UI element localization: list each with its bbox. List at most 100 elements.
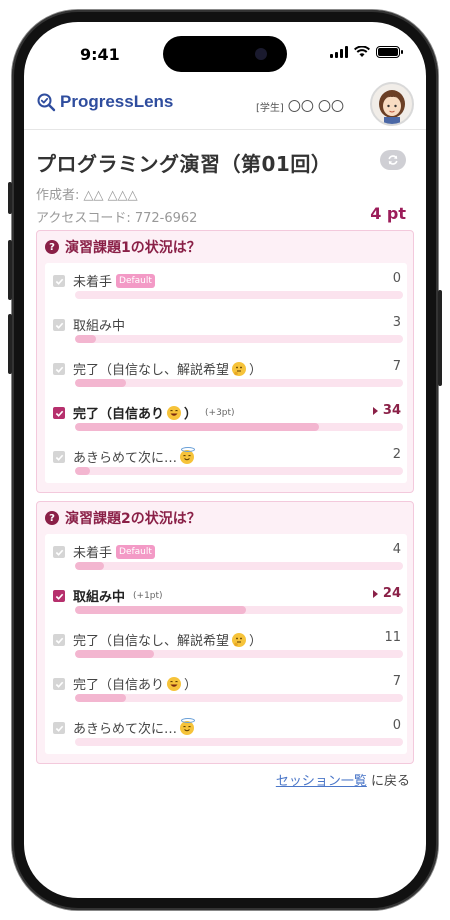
grin-emoji [167, 405, 182, 420]
option-checkbox[interactable] [53, 546, 65, 558]
option-row[interactable]: 完了（自信なし、解説希望 ） 7 [45, 351, 407, 395]
thinking-emoji [232, 632, 247, 647]
progress-track [75, 379, 403, 387]
option-label: あきらめて次に… [73, 446, 197, 466]
option-label-text: 取組み中 [73, 590, 126, 605]
power-button [438, 290, 442, 386]
progress-track [75, 467, 403, 475]
app-header: ProgressLens [学生] 〇〇 〇〇 [24, 78, 426, 130]
points-display: 4 pt [370, 204, 406, 223]
option-count-value: 4 [392, 542, 401, 557]
progress-track [75, 738, 403, 746]
question-card: ? 演習課題2の状況は？ 未着手 Default 4 取組み中 (+1pt) 24 完了（自信な… [36, 501, 414, 764]
option-label: 取組み中 (+1pt) [73, 586, 163, 605]
option-checkbox[interactable] [53, 319, 65, 331]
progress-fill [75, 379, 126, 387]
option-label: 完了（自信なし、解説希望 ） [73, 630, 262, 649]
option-label: 取組み中 [73, 315, 125, 334]
option-label-text: あきらめて次に… [73, 451, 178, 466]
options-list: 未着手 Default 4 取組み中 (+1pt) 24 完了（自信なし、解説希望） 11 完了… [45, 534, 407, 754]
option-count: 7 [393, 674, 401, 689]
question-icon: ? [45, 511, 59, 525]
option-label: 完了（自信あり ） [73, 674, 197, 693]
dynamic-island [163, 36, 287, 72]
option-count-value: 2 [392, 447, 401, 462]
option-label: 未着手 Default [73, 542, 155, 561]
option-row[interactable]: あきらめて次に… 2 [45, 439, 407, 483]
check-icon [55, 278, 63, 285]
action-button [8, 182, 12, 214]
progress-fill [75, 650, 154, 658]
option-checkbox[interactable] [53, 634, 65, 646]
option-checkbox[interactable] [53, 678, 65, 690]
option-label-text: 完了（自信なし、解説希望 [73, 634, 230, 649]
wifi-icon [354, 46, 370, 57]
option-label-end: ） [249, 363, 263, 378]
avatar[interactable] [370, 82, 414, 126]
option-count: 4 [393, 542, 401, 557]
grin-emoji [167, 676, 182, 691]
thinking-emoji [232, 361, 247, 376]
default-badge: Default [116, 273, 155, 288]
screen: 9:41 ProgressLens [学生] 〇〇 〇〇 プログラミング演習（第… [24, 22, 426, 898]
check-icon [55, 681, 63, 688]
refresh-button[interactable] [380, 150, 406, 170]
option-label-end: ） [184, 407, 198, 422]
brand-name: ProgressLens [60, 92, 174, 111]
option-row[interactable]: あきらめて次に… 0 [45, 710, 407, 754]
check-icon [55, 637, 63, 644]
option-checkbox[interactable] [53, 275, 65, 287]
status-icons [330, 46, 403, 58]
option-checkbox[interactable] [53, 451, 65, 463]
question-header: ? 演習課題1の状況は？ [45, 237, 201, 257]
bonus-points: (+3pt) [205, 407, 235, 418]
question-header: ? 演習課題2の状況は？ [45, 508, 201, 528]
battery-icon [376, 46, 403, 58]
option-label-end: ） [249, 634, 263, 649]
option-label-text: 取組み中 [73, 319, 126, 334]
session-title: プログラミング演習（第01回） [36, 152, 332, 176]
option-label: あきらめて次に… [73, 717, 197, 737]
progress-track [75, 423, 403, 431]
check-icon [55, 454, 63, 461]
option-count-value: 11 [384, 630, 401, 645]
option-count-value: 24 [382, 586, 401, 601]
progress-track [75, 291, 403, 299]
question-card: ? 演習課題1の状況は？ 未着手 Default 0 取組み中 3 完了（自信なし、解説希望 ）… [36, 230, 414, 493]
option-checkbox[interactable] [53, 407, 65, 419]
option-row[interactable]: 取組み中 3 [45, 307, 407, 351]
option-row[interactable]: 完了（自信なし、解説希望 ） 11 [45, 622, 407, 666]
option-row[interactable]: 未着手 Default 0 [45, 263, 407, 307]
option-count: 0 [393, 271, 401, 286]
option-count: 2 [393, 447, 401, 462]
magnifier-check-icon [37, 93, 56, 112]
option-label-text: 完了（自信あり [73, 678, 165, 693]
bonus-points: (+1pt) [133, 590, 163, 601]
default-badge: Default [116, 544, 155, 559]
user-role-tag: [学生] [256, 103, 284, 114]
option-count-value: 34 [382, 403, 401, 418]
option-count: 0 [393, 718, 401, 733]
option-checkbox[interactable] [53, 363, 65, 375]
option-row[interactable]: 未着手 Default 4 [45, 534, 407, 578]
option-checkbox[interactable] [53, 722, 65, 734]
options-list: 未着手 Default 0 取組み中 3 完了（自信なし、解説希望 ） 7 完了（自信あり ） (+… [45, 263, 407, 483]
status-time: 9:41 [80, 45, 120, 64]
progress-fill [75, 467, 90, 475]
option-checkbox[interactable] [53, 590, 65, 602]
session-author: 作成者: △△ △△△ [36, 188, 138, 203]
session-list-link[interactable]: セッション一覧 [276, 774, 367, 789]
progress-fill [75, 423, 320, 431]
brand[interactable]: ProgressLens [36, 92, 173, 112]
option-count: 11 [384, 630, 401, 645]
selected-arrow-icon [372, 589, 378, 598]
progress-fill [75, 606, 246, 614]
option-row[interactable]: 取組み中 (+1pt) 24 [45, 578, 407, 622]
avatar-illustration [379, 90, 405, 124]
option-count: 24 [372, 586, 401, 601]
option-label-text: 完了（自信あり [73, 407, 165, 422]
option-row[interactable]: 完了（自信あり ） 7 [45, 666, 407, 710]
option-row[interactable]: 完了（自信あり ） (+3pt) 34 [45, 395, 407, 439]
option-label-text: 未着手 [73, 546, 113, 561]
check-icon [55, 366, 63, 373]
